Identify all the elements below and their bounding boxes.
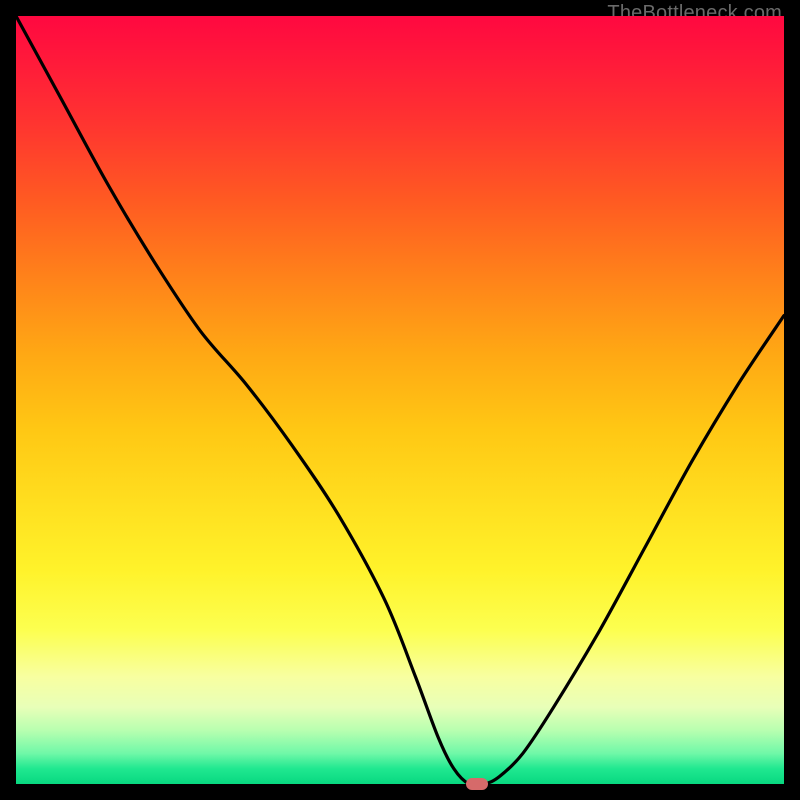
chart-frame: TheBottleneck.com: [0, 0, 800, 800]
optimum-marker: [466, 778, 488, 790]
plot-area: [16, 16, 784, 784]
curve-path: [16, 16, 784, 786]
bottleneck-curve: [16, 16, 784, 784]
